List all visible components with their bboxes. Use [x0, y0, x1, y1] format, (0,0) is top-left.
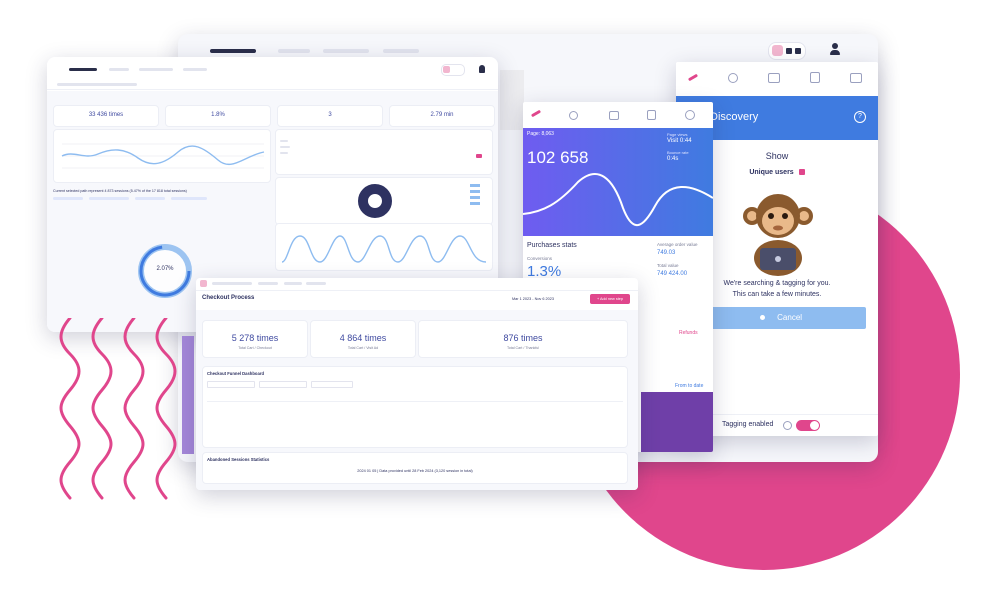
discovery-tabbar: [676, 62, 878, 97]
dash-nav-placeholder: [69, 68, 97, 71]
dash-stat-value: 2.79 min: [430, 112, 454, 118]
checkout-stat-sub: Total Cart / Thankful: [506, 346, 540, 350]
checkout-window: Checkout Process Mar 1 2023 - Nov 6 2023…: [196, 278, 638, 490]
dash-toolbar: [47, 81, 498, 90]
mobile-hero-chart: Page: 8,063 102 658 Page views Visit 0:4…: [523, 128, 713, 236]
avg-order-value: 749.03: [657, 250, 676, 256]
segment-legend: [53, 197, 213, 201]
side-value-2: 0:4s: [667, 156, 679, 162]
dash-stat-value: 33 436 times: [88, 112, 124, 118]
close-icon[interactable]: [798, 169, 805, 176]
dash-user-icon[interactable]: [479, 65, 485, 73]
back-nav-placeholder: [323, 49, 369, 53]
back-nav-placeholder: [210, 49, 256, 53]
box-icon[interactable]: [850, 73, 862, 83]
discovery-title: Discovery: [710, 111, 759, 123]
checkout-title: Checkout Process: [202, 295, 255, 301]
tagging-label: Tagging enabled: [722, 421, 774, 428]
back-nav-placeholder: [383, 49, 419, 53]
user-icon[interactable]: [830, 43, 840, 55]
conversion-label: Conversions: [527, 256, 553, 261]
funnel-table-header: [207, 393, 623, 402]
hero-line-chart: [523, 173, 713, 227]
dash-stat-value: 1.8%: [211, 112, 225, 118]
monkey-illustration: [736, 190, 820, 278]
cancel-label: Cancel: [777, 313, 803, 322]
tagging-toggle[interactable]: [796, 420, 820, 431]
avatar-icon[interactable]: [768, 42, 806, 60]
logo-icon[interactable]: [530, 109, 542, 118]
segment-text: Current selected path represent 4 873 se…: [53, 189, 187, 193]
sessions-title: Abandoned Sessions Statistics: [207, 457, 270, 462]
checkout-stat-card: 5 278 times Total Cart / Checkout: [202, 320, 308, 358]
back-nav-placeholder: [278, 49, 310, 53]
side-label-2: Bounce rate: [667, 150, 689, 155]
footer-note: 2024 01 05 | Data provided until 28 Feb …: [357, 469, 473, 473]
dash-stat-card: 2.79 min: [389, 105, 495, 127]
funnel-title: Checkout Funnel Dashboard: [207, 371, 265, 376]
funnel-filter-bar: [207, 381, 357, 388]
checkout-stat-card: 4 864 times Total Cart / Visit Ad: [310, 320, 416, 358]
dash-nav-placeholder: [139, 68, 173, 71]
purchases-title: Purchases stats: [527, 242, 577, 249]
side-label-1: Page views: [667, 132, 688, 137]
refunds-link[interactable]: Refunds: [679, 330, 698, 336]
clock-icon[interactable]: [685, 110, 695, 120]
dash-donut-card: [275, 177, 493, 225]
dash-stat-card: 3: [277, 105, 383, 127]
from-date-label: From to date: [675, 383, 704, 389]
percent-ring-label: 2.07%: [156, 266, 174, 272]
side-value-1: Visit 0:44: [667, 138, 692, 144]
purple-side-strip: [182, 336, 194, 454]
dash-avatar-icon[interactable]: [441, 64, 465, 76]
dash-stat-value: 3: [328, 112, 332, 118]
mobile-big-value: 102 658: [527, 148, 589, 167]
logo-icon[interactable]: [687, 73, 699, 82]
info-icon[interactable]: [783, 421, 792, 430]
dash-nav-placeholder: [109, 68, 129, 71]
funnel-card: Checkout Funnel Dashboard: [202, 366, 628, 448]
checkout-stat-sub: Total Cart / Checkout: [238, 346, 272, 350]
mobile-purple-table: [641, 392, 713, 452]
pages-label: Page: 8,063: [527, 131, 554, 137]
back-window-body: [500, 70, 524, 130]
pink-squiggles-decoration: [59, 318, 177, 500]
checkout-stat-value: 5 278 times: [231, 333, 279, 343]
dash-stat-card: 1.8%: [165, 105, 271, 127]
sessions-card: Abandoned Sessions Statistics 2024 01 05…: [202, 452, 628, 484]
checkout-stat-sub: Total Cart / Visit Ad: [347, 346, 379, 350]
search-icon[interactable]: [728, 73, 738, 83]
dash-line-chart-card: [53, 129, 271, 183]
total-value: 749 424.00: [657, 271, 688, 277]
total-label: Total value: [657, 263, 679, 268]
unique-users-label: Unique users: [749, 169, 794, 176]
checkout-date-range[interactable]: Mar 1 2023 - Nov 6 2023: [512, 297, 554, 301]
mobile-tabbar: [523, 102, 713, 128]
dash-wave-card: [275, 223, 493, 271]
funnel-table-row: [207, 405, 623, 413]
bag-icon[interactable]: [810, 72, 820, 83]
dash-nav-placeholder: [183, 68, 207, 71]
checkout-add-button[interactable]: + Add new step: [590, 294, 630, 304]
cancel-button[interactable]: Cancel: [696, 307, 866, 329]
dash-line-chart: [61, 143, 265, 169]
checkout-topbar: [196, 278, 638, 291]
checkout-stat-card: 876 times Total Cart / Thankful: [418, 320, 628, 358]
dash-donut-chart: [358, 184, 392, 218]
dash-breadcrumb: [57, 83, 137, 86]
dash-stat-card: 33 436 times: [53, 105, 159, 127]
dash-bar-list-card: [275, 129, 493, 175]
help-icon[interactable]: ?: [854, 111, 866, 123]
bag-icon[interactable]: [647, 110, 656, 120]
calendar-icon[interactable]: [609, 111, 619, 120]
search-icon[interactable]: [569, 111, 578, 120]
avg-order-label: Average order value: [657, 242, 698, 247]
dash-wave-chart: [281, 235, 487, 263]
cancel-icon: [759, 315, 765, 321]
checkout-stat-value: 876 times: [503, 333, 543, 343]
checkout-stat-value: 4 864 times: [339, 333, 387, 343]
percent-ring: 2.07%: [133, 239, 197, 303]
calendar-icon[interactable]: [768, 73, 780, 83]
dash-donut-legend: [470, 184, 484, 212]
